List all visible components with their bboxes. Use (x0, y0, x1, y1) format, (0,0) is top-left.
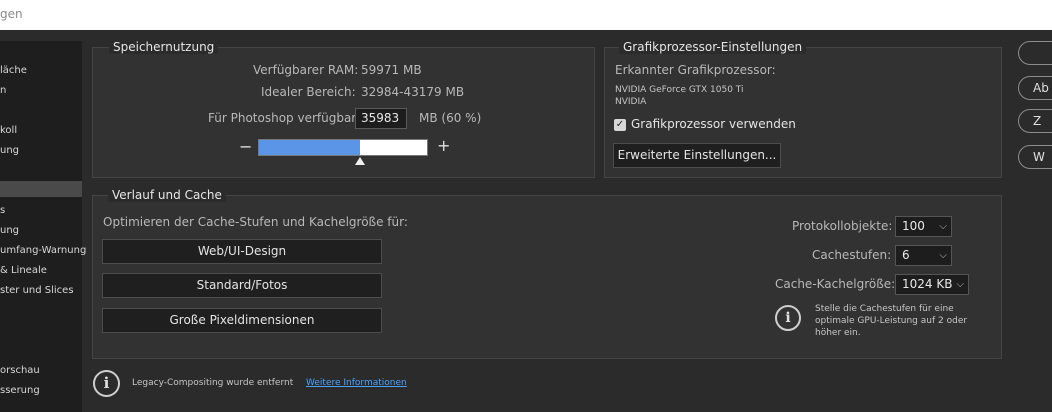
history-states-value: 100 (902, 219, 925, 233)
ideal-range-label: Idealer Bereich: (261, 85, 356, 99)
history-states-label: Protokollobjekte: (792, 219, 893, 233)
chevron-down-icon: ⌵ (939, 221, 947, 232)
cancel-button[interactable]: Ab (1018, 76, 1052, 100)
sidebar-item[interactable]: läche (0, 65, 27, 76)
sidebar-item[interactable]: ung (0, 145, 19, 156)
preferences-sidebar: läche n koll ung s ung umfang-Warnung & … (0, 41, 86, 412)
sidebar-selected-item[interactable] (0, 181, 82, 197)
cache-info-line3: höher ein. (815, 328, 861, 338)
detected-gpu-label: Erkannter Grafikprozessor: (615, 63, 776, 77)
chevron-down-icon: ⌵ (939, 250, 947, 261)
info-icon: i (775, 305, 801, 331)
cache-tile-size-select[interactable]: 1024 KB ⌵ (895, 274, 969, 295)
cache-levels-select[interactable]: 6 ⌵ (895, 245, 952, 266)
gpu-vendor: NVIDIA (615, 97, 647, 107)
sidebar-item[interactable]: sserung (0, 385, 40, 396)
back-button[interactable]: Z (1018, 109, 1052, 133)
cache-levels-label: Cachestufen: (812, 248, 892, 262)
sidebar-item[interactable]: ster und Slices (0, 285, 74, 296)
large-pixel-dimensions-button[interactable]: Große Pixeldimensionen (102, 308, 382, 333)
ram-slider[interactable] (258, 139, 428, 156)
web-ui-design-button[interactable]: Web/UI-Design (102, 239, 382, 264)
cache-optimize-label: Optimieren der Cache-Stufen und Kachelgr… (103, 215, 408, 229)
photoshop-ram-label: Für Photoshop verfügbar: (208, 111, 361, 125)
advanced-gpu-settings-button[interactable]: Erweiterte Einstellungen... (613, 143, 781, 168)
window-title: gen (0, 7, 23, 21)
cache-tile-size-label: Cache-Kachelgröße: (775, 277, 896, 291)
increase-ram-button[interactable]: + (437, 136, 450, 155)
legacy-compositing-text: Legacy-Compositing wurde entfernt (132, 378, 294, 388)
cache-group-title: Verlauf und Cache (108, 188, 226, 202)
gpu-group-title: Grafikprozessor-Einstellungen (619, 40, 807, 54)
ram-slider-fill (259, 140, 360, 155)
window-titlebar: gen (0, 0, 1052, 30)
photoshop-ram-input[interactable]: 35983 (355, 108, 407, 129)
memory-group-title: Speichernutzung (109, 40, 219, 54)
decrease-ram-button[interactable]: − (239, 137, 252, 156)
cache-info-line1: Stelle die Cachestufen für eine (815, 304, 954, 314)
cache-tile-size-value: 1024 KB (902, 277, 953, 291)
ideal-range-value: 32984-43179 MB (361, 85, 465, 99)
use-gpu-label: Grafikprozessor verwenden (631, 117, 796, 131)
sidebar-item[interactable]: s (0, 205, 5, 216)
ok-button[interactable] (1018, 41, 1052, 65)
ram-slider-thumb[interactable] (355, 157, 365, 165)
standard-photos-button[interactable]: Standard/Fotos (102, 273, 382, 298)
sidebar-item[interactable]: & Lineale (0, 265, 47, 276)
sidebar-item[interactable]: orschau (0, 365, 40, 376)
more-info-link[interactable]: Weitere Informationen (306, 378, 407, 388)
info-icon: i (93, 370, 120, 397)
use-gpu-checkbox[interactable]: ✓ (614, 119, 626, 131)
history-states-select[interactable]: 100 ⌵ (895, 216, 952, 237)
photoshop-ram-unit: MB (60 %) (419, 111, 482, 125)
chevron-down-icon: ⌵ (956, 279, 964, 290)
sidebar-item[interactable]: ung (0, 225, 19, 236)
available-ram-label: Verfügbarer RAM: (253, 63, 359, 77)
cache-info-line2: optimale GPU-Leistung auf 2 oder (815, 316, 968, 326)
sidebar-item[interactable]: umfang-Warnung (0, 245, 86, 256)
sidebar-item[interactable]: n (0, 85, 6, 96)
next-button[interactable]: W (1018, 145, 1052, 169)
available-ram-value: 59971 MB (361, 63, 422, 77)
gpu-name: NVIDIA GeForce GTX 1050 Ti (615, 85, 744, 95)
sidebar-item[interactable]: koll (0, 125, 17, 136)
cache-levels-value: 6 (902, 248, 910, 262)
